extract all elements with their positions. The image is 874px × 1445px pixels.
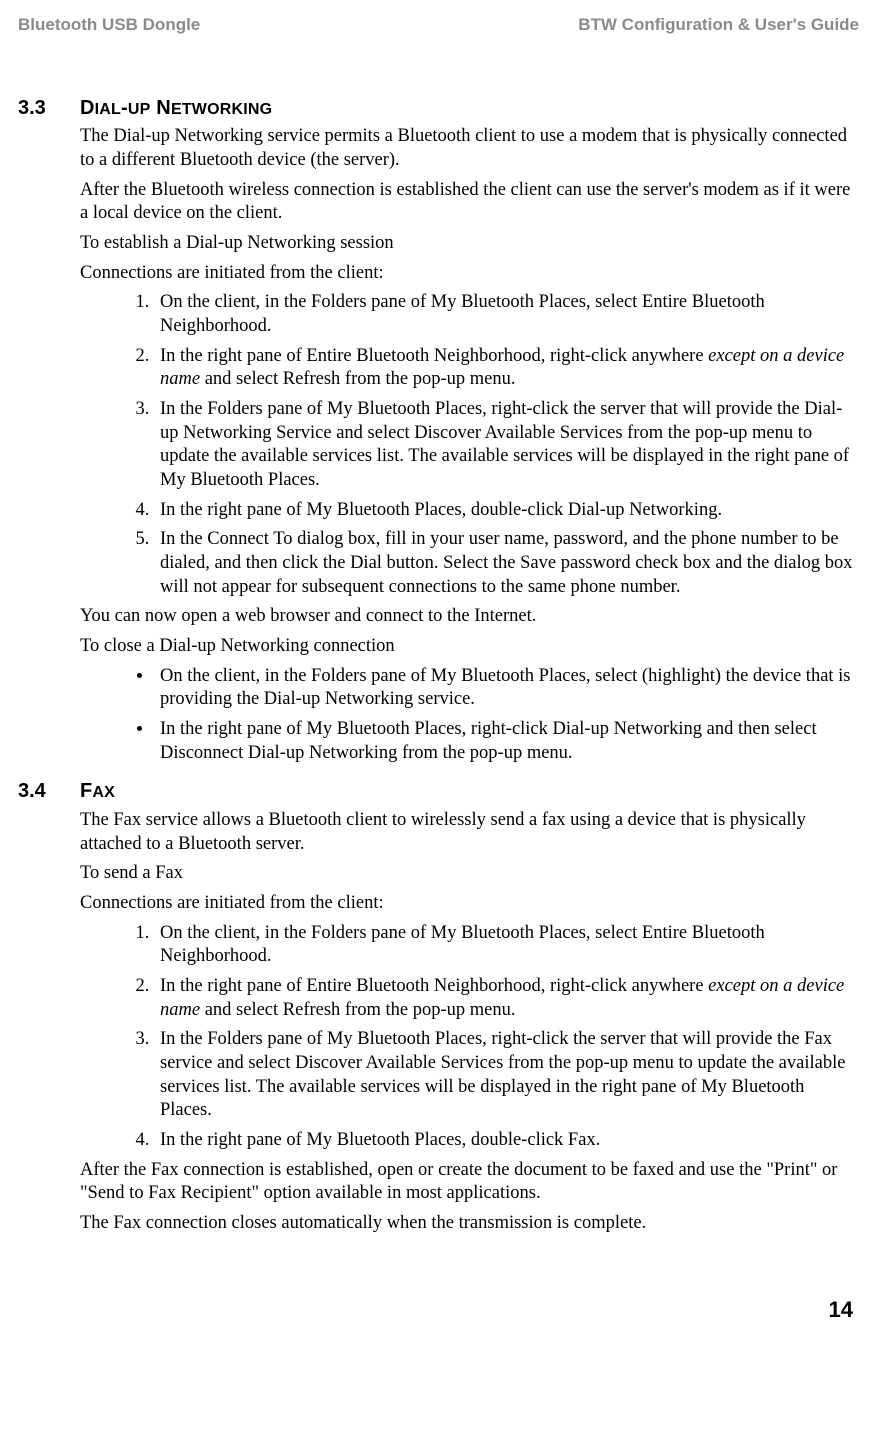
title-frag: F (80, 780, 92, 802)
list-item: In the right pane of My Bluetooth Places… (154, 499, 855, 523)
title-frag: N (151, 97, 171, 119)
paragraph: The Dial-up Networking service permits a… (80, 125, 855, 172)
page-number: 14 (829, 1297, 853, 1322)
header-right: BTW Configuration & User's Guide (578, 14, 859, 36)
bullet-list: On the client, in the Folders pane of My… (80, 665, 855, 766)
list-item: In the right pane of My Bluetooth Places… (154, 1129, 855, 1153)
list-item: In the Folders pane of My Bluetooth Plac… (154, 1028, 855, 1123)
paragraph: To establish a Dial-up Networking sessio… (80, 232, 855, 256)
title-frag: D (80, 97, 95, 119)
section-title: FAX (80, 779, 115, 805)
paragraph: To send a Fax (80, 862, 855, 886)
section-number: 3.4 (18, 779, 80, 805)
text-frag: In the right pane of Entire Bluetooth Ne… (160, 976, 708, 996)
paragraph: The Fax service allows a Bluetooth clien… (80, 809, 855, 856)
title-frag: AX (92, 784, 115, 801)
numbered-list: On the client, in the Folders pane of My… (80, 291, 855, 599)
list-item: In the Connect To dialog box, fill in yo… (154, 528, 855, 599)
header-left: Bluetooth USB Dongle (18, 14, 200, 36)
paragraph: You can now open a web browser and conne… (80, 605, 855, 629)
section-heading-3-3: 3.3 DIAL-UP NETWORKING (18, 96, 859, 122)
section-body-3-4: The Fax service allows a Bluetooth clien… (80, 809, 855, 1236)
paragraph: To close a Dial-up Networking connection (80, 635, 855, 659)
title-frag: IAL (95, 101, 121, 118)
text-frag: and select Refresh from the pop-up menu. (200, 1000, 515, 1020)
list-item: In the Folders pane of My Bluetooth Plac… (154, 398, 855, 493)
list-item: In the right pane of My Bluetooth Places… (154, 718, 855, 765)
list-item: In the right pane of Entire Bluetooth Ne… (154, 345, 855, 392)
title-frag: UP (128, 101, 151, 118)
title-frag: ETWORKING (171, 101, 272, 118)
section-title: DIAL-UP NETWORKING (80, 96, 272, 122)
section-heading-3-4: 3.4 FAX (18, 779, 859, 805)
text-frag: In the right pane of Entire Bluetooth Ne… (160, 346, 708, 366)
paragraph: Connections are initiated from the clien… (80, 262, 855, 286)
numbered-list: On the client, in the Folders pane of My… (80, 922, 855, 1153)
title-frag: - (121, 97, 128, 119)
section-body-3-3: The Dial-up Networking service permits a… (80, 125, 855, 765)
document-page: Bluetooth USB Dongle BTW Configuration &… (0, 0, 874, 1364)
page-header: Bluetooth USB Dongle BTW Configuration &… (18, 14, 859, 36)
list-item: On the client, in the Folders pane of My… (154, 291, 855, 338)
paragraph: After the Bluetooth wireless connection … (80, 179, 855, 226)
paragraph: After the Fax connection is established,… (80, 1159, 855, 1206)
paragraph: The Fax connection closes automatically … (80, 1212, 855, 1236)
paragraph: Connections are initiated from the clien… (80, 892, 855, 916)
list-item: On the client, in the Folders pane of My… (154, 922, 855, 969)
page-footer: 14 (18, 1296, 859, 1324)
list-item: On the client, in the Folders pane of My… (154, 665, 855, 712)
list-item: In the right pane of Entire Bluetooth Ne… (154, 975, 855, 1022)
text-frag: and select Refresh from the pop-up menu. (200, 369, 515, 389)
section-number: 3.3 (18, 96, 80, 122)
